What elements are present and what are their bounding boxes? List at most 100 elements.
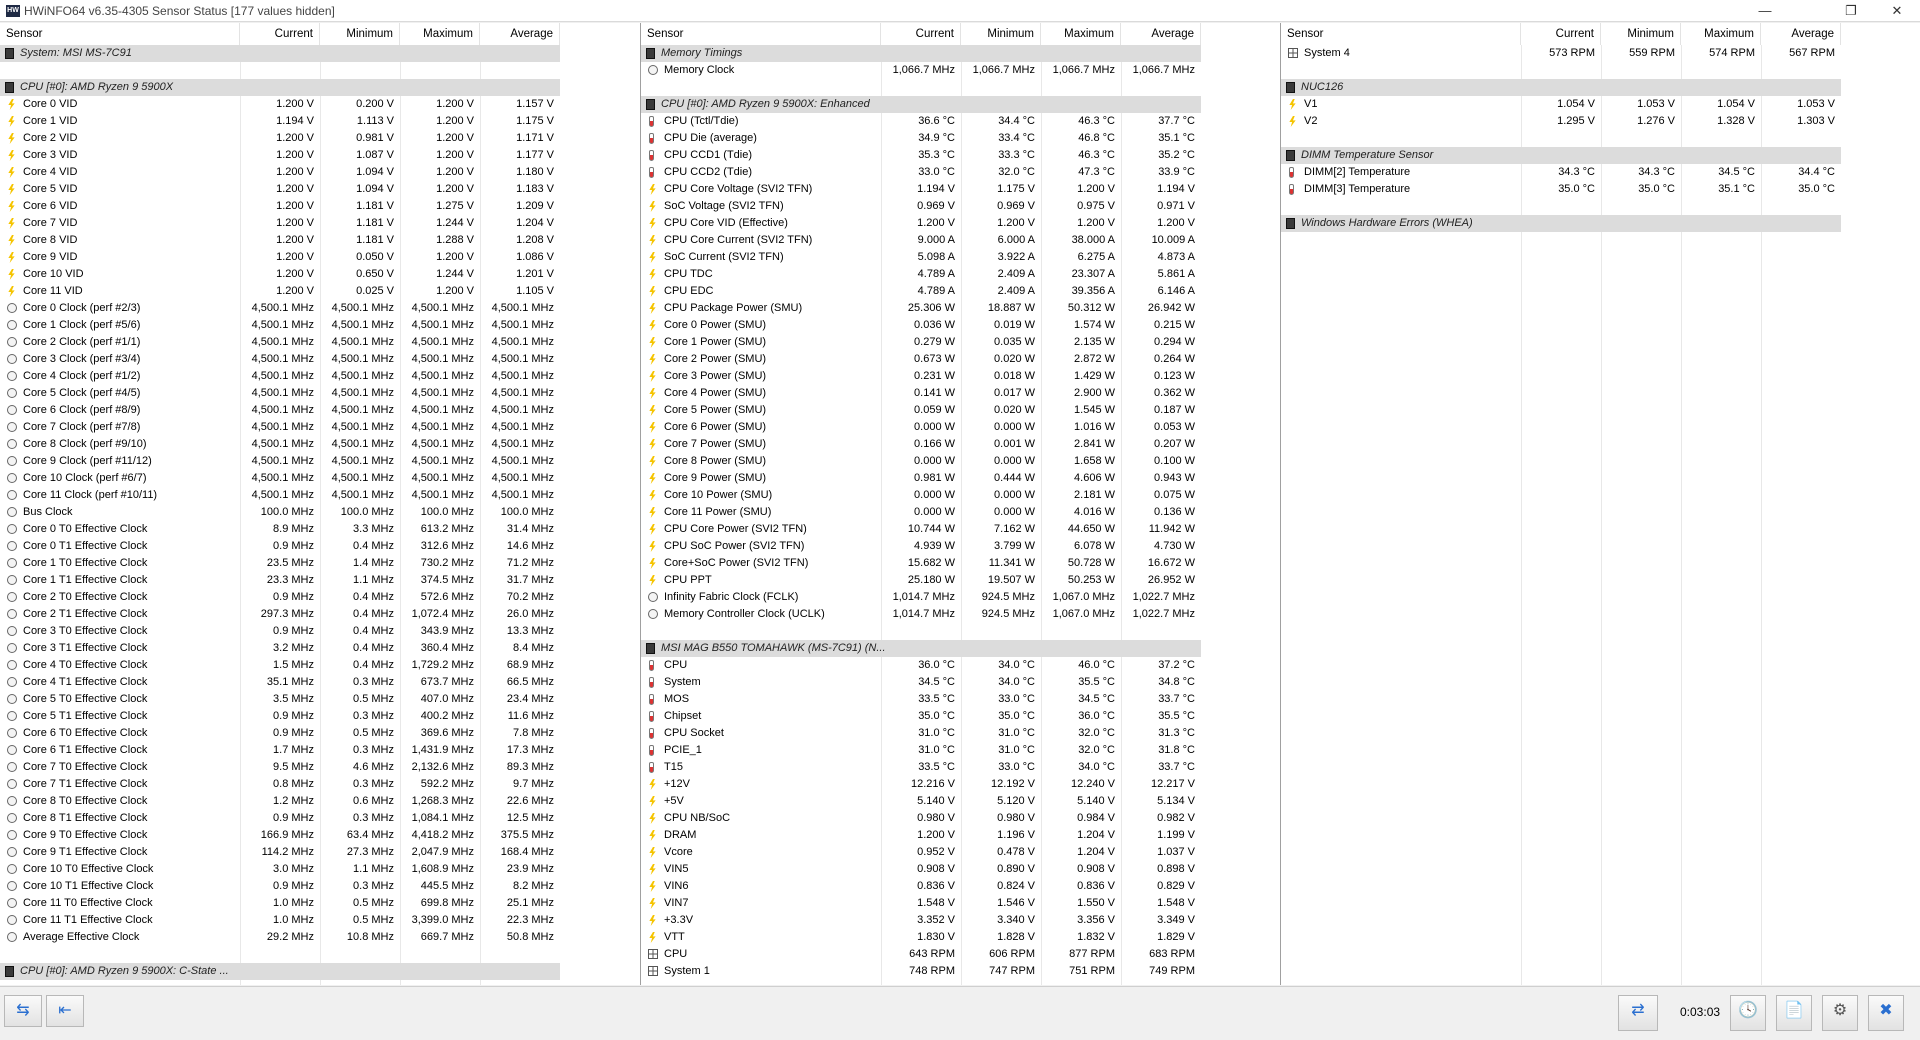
sensor-row[interactable]: PCIE_1 31.0 °C 31.0 °C 32.0 °C 31.8 °C: [641, 742, 1201, 759]
maximize-button[interactable]: ❐: [1828, 0, 1874, 22]
sensor-row[interactable]: Core 8 Power (SMU) 0.000 W 0.000 W 1.658 W 0…: [641, 453, 1201, 470]
sensor-row[interactable]: DIMM[3] Temperature 35.0 °C 35.0 °C 35.1 °C…: [1281, 181, 1841, 198]
sensor-row[interactable]: SoC Voltage (SVI2 TFN) 0.969 V 0.969 V 0.97…: [641, 198, 1201, 215]
column-header-maximum[interactable]: Maximum: [1041, 23, 1121, 45]
sensor-row[interactable]: Chipset 35.0 °C 35.0 °C 36.0 °C 35.5 °C: [641, 708, 1201, 725]
sensor-row[interactable]: CPU 643 RPM 606 RPM 877 RPM 683 RPM: [641, 946, 1201, 963]
sensor-row[interactable]: SoC Current (SVI2 TFN) 5.098 A 3.922 A 6.27…: [641, 249, 1201, 266]
sensor-row[interactable]: Core 5 VID 1.200 V 1.094 V 1.200 V 1.183 V: [0, 181, 560, 198]
sensor-row[interactable]: Core 10 Power (SMU) 0.000 W 0.000 W 2.181 W…: [641, 487, 1201, 504]
sensor-row[interactable]: Core 7 T0 Effective Clock 9.5 MHz 4.6 MHz 2…: [0, 759, 560, 776]
sensor-row[interactable]: Memory Clock 1,066.7 MHz 1,066.7 MHz 1,066.…: [641, 62, 1201, 79]
sensor-row[interactable]: Core 10 T1 Effective Clock 0.9 MHz 0.3 MHz…: [0, 878, 560, 895]
sensor-row[interactable]: Core 1 Power (SMU) 0.279 W 0.035 W 2.135 W 0…: [641, 334, 1201, 351]
sensor-row[interactable]: Core 9 Power (SMU) 0.981 W 0.444 W 4.606 W 0…: [641, 470, 1201, 487]
sensor-row[interactable]: Bus Clock 100.0 MHz 100.0 MHz 100.0 MHz 100.…: [0, 504, 560, 521]
sensor-row[interactable]: CPU Core VID (Effective) 1.200 V 1.200 V 1.…: [641, 215, 1201, 232]
sensor-row[interactable]: System 1 748 RPM 747 RPM 751 RPM 749 RPM: [641, 963, 1201, 980]
sensor-row[interactable]: Core 4 T1 Effective Clock 35.1 MHz 0.3 MHz…: [0, 674, 560, 691]
sensor-row[interactable]: Core 2 T0 Effective Clock 0.9 MHz 0.4 MHz 5…: [0, 589, 560, 606]
sensor-row[interactable]: CPU TDC 4.789 A 2.409 A 23.307 A 5.861 A: [641, 266, 1201, 283]
sensor-row[interactable]: Core 7 VID 1.200 V 1.181 V 1.244 V 1.204 V: [0, 215, 560, 232]
sensor-row[interactable]: Core 4 VID 1.200 V 1.094 V 1.200 V 1.180 V: [0, 164, 560, 181]
sensor-row[interactable]: Core 3 VID 1.200 V 1.087 V 1.200 V 1.177 V: [0, 147, 560, 164]
column-header-current[interactable]: Current: [240, 23, 320, 45]
sensor-row[interactable]: Core 8 T1 Effective Clock 0.9 MHz 0.3 MHz 1…: [0, 810, 560, 827]
sensor-group-header[interactable]: CPU [#0]: AMD Ryzen 9 5900X: Enhanced: [641, 96, 1201, 113]
column-header-minimum[interactable]: Minimum: [320, 23, 400, 45]
sensor-row[interactable]: Core 2 Power (SMU) 0.673 W 0.020 W 2.872 W 0…: [641, 351, 1201, 368]
sensor-row[interactable]: CPU CCD1 (Tdie) 35.3 °C 33.3 °C 46.3 °C 35.2…: [641, 147, 1201, 164]
sensor-row[interactable]: CPU (Tctl/Tdie) 36.6 °C 34.4 °C 46.3 °C 37.7…: [641, 113, 1201, 130]
sensor-row[interactable]: CPU SoC Power (SVI2 TFN) 4.939 W 3.799 W 6.…: [641, 538, 1201, 555]
column-header-average[interactable]: Average: [1121, 23, 1201, 45]
sensor-row[interactable]: Core 0 T0 Effective Clock 8.9 MHz 3.3 MHz 6…: [0, 521, 560, 538]
settings-icon[interactable]: ⚙: [1822, 995, 1858, 1031]
sensor-row[interactable]: Core 11 T1 Effective Clock 1.0 MHz 0.5 MHz…: [0, 912, 560, 929]
sensor-pane-1[interactable]: Sensor Current Minimum Maximum Average System…: [0, 23, 640, 985]
sensor-row[interactable]: DIMM[2] Temperature 34.3 °C 34.3 °C 34.5 °C…: [1281, 164, 1841, 181]
sensor-row[interactable]: VIN7 1.548 V 1.546 V 1.550 V 1.548 V: [641, 895, 1201, 912]
sensor-row[interactable]: Core 8 T0 Effective Clock 1.2 MHz 0.6 MHz 1…: [0, 793, 560, 810]
sensor-group-header[interactable]: CPU [#0]: AMD Ryzen 9 5900X: [0, 79, 560, 96]
sensor-row[interactable]: Core+SoC Power (SVI2 TFN) 15.682 W 11.341 …: [641, 555, 1201, 572]
collapse-panes-button[interactable]: ⇤: [46, 995, 84, 1027]
sensor-row[interactable]: Core 1 T0 Effective Clock 23.5 MHz 1.4 MHz…: [0, 555, 560, 572]
column-header-sensor[interactable]: Sensor: [0, 23, 240, 45]
column-header-minimum[interactable]: Minimum: [961, 23, 1041, 45]
sensor-row[interactable]: VTT 1.830 V 1.828 V 1.832 V 1.829 V: [641, 929, 1201, 946]
sensor-row[interactable]: Core 3 T0 Effective Clock 0.9 MHz 0.4 MHz 3…: [0, 623, 560, 640]
close-sensors-icon[interactable]: ✖: [1868, 995, 1904, 1031]
sensor-row[interactable]: CPU Socket 31.0 °C 31.0 °C 32.0 °C 31.3 °C: [641, 725, 1201, 742]
sensor-row[interactable]: Core 4 Clock (perf #1/2) 4,500.1 MHz 4,500…: [0, 368, 560, 385]
column-header-minimum[interactable]: Minimum: [1601, 23, 1681, 45]
sensor-row[interactable]: Core 9 T1 Effective Clock 114.2 MHz 27.3 M…: [0, 844, 560, 861]
sensor-row[interactable]: Core 11 Power (SMU) 0.000 W 0.000 W 4.016 W…: [641, 504, 1201, 521]
sensor-row[interactable]: Core 2 Clock (perf #1/1) 4,500.1 MHz 4,500…: [0, 334, 560, 351]
sensor-row[interactable]: Core 3 T1 Effective Clock 3.2 MHz 0.4 MHz 3…: [0, 640, 560, 657]
sensor-row[interactable]: Core 9 T0 Effective Clock 166.9 MHz 63.4 M…: [0, 827, 560, 844]
sensor-group-header[interactable]: MSI MAG B550 TOMAHAWK (MS-7C91) (N...: [641, 640, 1201, 657]
column-header-average[interactable]: Average: [1761, 23, 1841, 45]
sensor-row[interactable]: Core 0 Power (SMU) 0.036 W 0.019 W 1.574 W 0…: [641, 317, 1201, 334]
sensor-row[interactable]: Core 6 T1 Effective Clock 1.7 MHz 0.3 MHz 1…: [0, 742, 560, 759]
sensor-row[interactable]: V2 1.295 V 1.276 V 1.328 V 1.303 V: [1281, 113, 1841, 130]
sensor-row[interactable]: Core 5 Clock (perf #4/5) 4,500.1 MHz 4,500…: [0, 385, 560, 402]
sensor-row[interactable]: Core 11 T0 Effective Clock 1.0 MHz 0.5 MHz…: [0, 895, 560, 912]
sensor-row[interactable]: +12V 12.216 V 12.192 V 12.240 V 12.217 V: [641, 776, 1201, 793]
sensor-row[interactable]: System 34.5 °C 34.0 °C 35.5 °C 34.8 °C: [641, 674, 1201, 691]
sensor-group-header[interactable]: CPU [#0]: AMD Ryzen 9 5900X: C-State ...: [0, 963, 560, 980]
sensor-row[interactable]: CPU PPT 25.180 W 19.507 W 50.253 W 26.952 W: [641, 572, 1201, 589]
sensor-row[interactable]: Core 3 Power (SMU) 0.231 W 0.018 W 1.429 W 0…: [641, 368, 1201, 385]
sensor-pane-3[interactable]: Sensor Current Minimum Maximum Average System…: [1281, 23, 1920, 985]
sensor-row[interactable]: CPU CCD2 (Tdie) 33.0 °C 32.0 °C 47.3 °C 33.9…: [641, 164, 1201, 181]
network-icon[interactable]: ⇄: [1618, 995, 1658, 1031]
sensor-row[interactable]: Core 6 VID 1.200 V 1.181 V 1.275 V 1.209 V: [0, 198, 560, 215]
sensor-row[interactable]: VIN6 0.836 V 0.824 V 0.836 V 0.829 V: [641, 878, 1201, 895]
sensor-row[interactable]: T15 33.5 °C 33.0 °C 34.0 °C 33.7 °C: [641, 759, 1201, 776]
sensor-row[interactable]: CPU Die (average) 34.9 °C 33.4 °C 46.8 °C 35…: [641, 130, 1201, 147]
sensor-row[interactable]: V1 1.054 V 1.053 V 1.054 V 1.053 V: [1281, 96, 1841, 113]
sensor-row[interactable]: Core 8 VID 1.200 V 1.181 V 1.288 V 1.208 V: [0, 232, 560, 249]
column-header-maximum[interactable]: Maximum: [400, 23, 480, 45]
sensor-row[interactable]: +3.3V 3.352 V 3.340 V 3.356 V 3.349 V: [641, 912, 1201, 929]
sensor-row[interactable]: Core 2 T1 Effective Clock 297.3 MHz 0.4 MH…: [0, 606, 560, 623]
sensor-row[interactable]: CPU Core Voltage (SVI2 TFN) 1.194 V 1.175 …: [641, 181, 1201, 198]
sensor-group-header[interactable]: Memory Timings: [641, 45, 1201, 62]
sensor-row[interactable]: DRAM 1.200 V 1.196 V 1.204 V 1.199 V: [641, 827, 1201, 844]
sensor-row[interactable]: CPU Core Current (SVI2 TFN) 9.000 A 6.000 …: [641, 232, 1201, 249]
column-header-current[interactable]: Current: [1521, 23, 1601, 45]
column-header-maximum[interactable]: Maximum: [1681, 23, 1761, 45]
sensor-row[interactable]: Core 3 Clock (perf #3/4) 4,500.1 MHz 4,500…: [0, 351, 560, 368]
sensor-row[interactable]: Core 8 Clock (perf #9/10) 4,500.1 MHz 4,50…: [0, 436, 560, 453]
sensor-row[interactable]: VIN5 0.908 V 0.890 V 0.908 V 0.898 V: [641, 861, 1201, 878]
sensor-row[interactable]: Core 10 Clock (perf #6/7) 4,500.1 MHz 4,50…: [0, 470, 560, 487]
sensor-row[interactable]: Core 5 T0 Effective Clock 3.5 MHz 0.5 MHz 4…: [0, 691, 560, 708]
sensor-row[interactable]: Infinity Fabric Clock (FCLK) 1,014.7 MHz 9…: [641, 589, 1201, 606]
sensor-row[interactable]: Core 6 Power (SMU) 0.000 W 0.000 W 1.016 W 0…: [641, 419, 1201, 436]
sensor-row[interactable]: Core 6 T0 Effective Clock 0.9 MHz 0.5 MHz 3…: [0, 725, 560, 742]
sensor-row[interactable]: CPU Core Power (SVI2 TFN) 10.744 W 7.162 W…: [641, 521, 1201, 538]
sensor-row[interactable]: +5V 5.140 V 5.120 V 5.140 V 5.134 V: [641, 793, 1201, 810]
sensor-row[interactable]: Core 7 T1 Effective Clock 0.8 MHz 0.3 MHz 5…: [0, 776, 560, 793]
sensor-row[interactable]: Core 1 VID 1.194 V 1.113 V 1.200 V 1.175 V: [0, 113, 560, 130]
